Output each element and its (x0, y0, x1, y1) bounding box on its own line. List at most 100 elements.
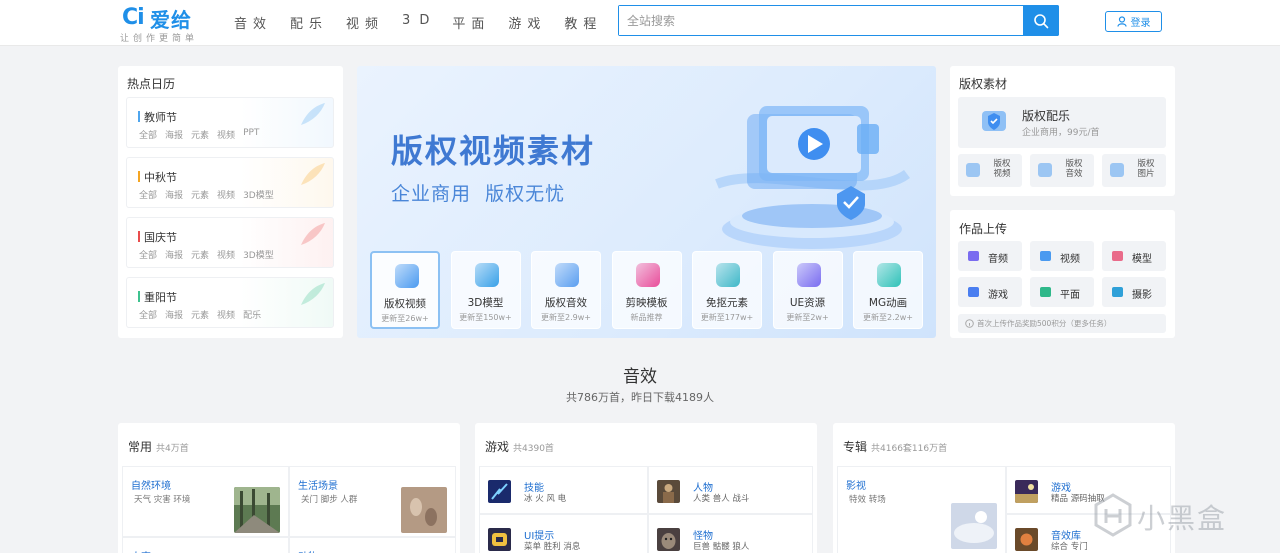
calendar-tag-link[interactable]: 元素 (191, 248, 209, 261)
category-animal[interactable]: 动物 (289, 537, 456, 553)
calendar-accent-bar (138, 171, 140, 182)
watermark-text: 小黑盒 (1137, 502, 1228, 535)
upload-type-button[interactable]: 摄影 (1102, 277, 1166, 307)
category-icon (395, 264, 419, 288)
category-update-count: 更新至2.2w+ (863, 313, 913, 322)
copyright-sound-label: 版权音效 (1065, 159, 1083, 179)
banner-category-card[interactable]: MG动画 更新至2.2w+ (853, 251, 923, 329)
calendar-tag-link[interactable]: 3D模型 (243, 188, 274, 201)
nav-item-sound[interactable]: 音效 (234, 13, 272, 32)
banner-category-card[interactable]: 3D模型 更新至150w+ (450, 251, 521, 329)
section-title: 音效 (623, 367, 657, 387)
banner-category-card[interactable]: 版权视频 更新至26w+ (370, 251, 440, 329)
calendar-tag-link[interactable]: 元素 (191, 128, 209, 141)
category-icon (474, 263, 499, 287)
albums-count: 共4166套116万首 (871, 444, 948, 454)
game-character[interactable]: 人物 人类 兽人 战斗 (648, 466, 813, 514)
upload-type-label: 平面 (1060, 290, 1080, 301)
holiday-decoration-icon (301, 163, 325, 185)
album-film[interactable]: 影视 特效 转场 (837, 466, 1006, 553)
search-button[interactable] (1023, 5, 1059, 36)
upload-type-button[interactable]: 视频 (1030, 241, 1094, 271)
calendar-tags: 全部 海报 元素 视频 配乐 (139, 308, 269, 321)
calendar-holiday-name[interactable]: 国庆节 (144, 229, 177, 245)
nav-item-music[interactable]: 配乐 (290, 13, 328, 32)
upload-type-button[interactable]: 模型 (1102, 241, 1166, 271)
calendar-tag-link[interactable]: 视频 (217, 128, 235, 141)
banner-category-card[interactable]: 版权音效 更新至2.9w+ (531, 251, 601, 329)
calendar-tag-link[interactable]: 海报 (165, 128, 183, 141)
calendar-card[interactable]: 重阳节全部 海报 元素 视频 配乐 (126, 277, 334, 328)
calendar-tag-link[interactable]: 全部 (139, 128, 157, 141)
film-thumbnail (951, 503, 997, 549)
nav-item-3d[interactable]: 3D (402, 13, 438, 32)
holiday-decoration-icon (301, 283, 325, 305)
calendar-tag-link[interactable]: 视频 (217, 308, 235, 321)
nav-item-video[interactable]: 视频 (346, 13, 384, 32)
section-subtitle: 共786万首，昨日下载4189人 (566, 391, 714, 404)
login-button[interactable]: 登录 (1105, 11, 1162, 32)
calendar-tag-link[interactable]: 海报 (165, 308, 183, 321)
calendar-card[interactable]: 中秋节全部 海报 元素 视频 3D模型 (126, 157, 334, 208)
game-ui-prompt[interactable]: UI提示 菜单 胜利 消息 (479, 514, 648, 553)
calendar-holiday-name[interactable]: 中秋节 (144, 169, 177, 185)
calendar-tag-link[interactable]: 视频 (217, 248, 235, 261)
upload-type-label: 游戏 (988, 290, 1008, 301)
nav-item-tutorial[interactable]: 教程 (564, 13, 602, 32)
upload-type-button[interactable]: 音频 (958, 241, 1022, 271)
calendar-holiday-name[interactable]: 重阳节 (144, 289, 177, 305)
music-shield-icon (982, 111, 1006, 131)
category-nature[interactable]: 自然环境 天气 灾害 环境 (122, 466, 289, 537)
upload-type-icon (1112, 287, 1123, 297)
copyright-video-icon (966, 163, 980, 177)
category-desc: 关门 脚步 人群 (301, 495, 358, 505)
game-monster[interactable]: 怪物 巨兽 骷髅 狼人 (648, 514, 813, 553)
hot-calendar-panel: 热点日历 教师节 全部 海报 元素 视频 PPT 中秋节 全部 海报 元素 视频 3D模型 国庆节 全部海… (118, 66, 343, 338)
game-skill[interactable]: 技能 冰 火 风 电 (479, 466, 648, 514)
holiday-decoration-icon (301, 223, 325, 245)
calendar-tag-link[interactable]: 全部 (139, 188, 157, 201)
calendar-tag-link[interactable]: 海报 (165, 248, 183, 261)
banner-category-card[interactable]: 剪映模板 新品推荐 (611, 251, 682, 329)
games-column: 游戏 共4390首 技能 冰 火 风 电 人物 人类 兽人 战斗 UI提示 菜单 … (475, 423, 817, 553)
banner-category-card[interactable]: UE资源 更新至2w+ (772, 251, 843, 329)
category-voice[interactable]: 人声 (122, 537, 289, 553)
nav-item-game[interactable]: 游戏 (508, 13, 546, 32)
category-life-scene[interactable]: 生活场景 关门 脚步 人群 (289, 466, 456, 537)
upload-type-button[interactable]: 游戏 (958, 277, 1022, 307)
banner-category-row: 版权视频 更新至26w+ 3D模型 更新至150w+ 版权音效 更新至2.9w+ 剪映模板新… (370, 251, 934, 329)
sound-library-thumbnail (1015, 528, 1038, 551)
calendar-tag-link[interactable]: 元素 (191, 308, 209, 321)
calendar-holiday-name[interactable]: 教师节 (144, 109, 177, 125)
banner-category-card[interactable]: 免抠元素 更新至177w+ (692, 251, 762, 329)
calendar-tag-link[interactable]: 全部 (139, 308, 157, 321)
upload-type-icon (1040, 251, 1051, 261)
copyright-image-button[interactable]: 版权图片 (1102, 154, 1166, 187)
banner-subtitle: 企业商用 版权无忧 (391, 183, 566, 205)
calendar-tag-link[interactable]: 全部 (139, 248, 157, 261)
heybox-logo-icon (1094, 493, 1132, 537)
calendar-tag-link[interactable]: 视频 (217, 188, 235, 201)
upload-title: 作品上传 (959, 222, 1008, 236)
calendar-tags: 全部 海报 元素 视频 3D模型 (139, 248, 282, 261)
forest-thumbnail (234, 487, 280, 533)
calendar-tag-link[interactable]: 配乐 (243, 308, 261, 321)
copyright-sound-button[interactable]: 版权音效 (1030, 154, 1094, 187)
copyright-music-card[interactable]: 版权配乐 企业商用，99元/首 (958, 97, 1166, 148)
calendar-tag-link[interactable]: 3D模型 (243, 248, 274, 261)
search-input[interactable] (619, 6, 1023, 35)
nav-item-graphic[interactable]: 平面 (452, 13, 490, 32)
upload-type-button[interactable]: 平面 (1030, 277, 1094, 307)
calendar-tag-link[interactable]: 海报 (165, 188, 183, 201)
category-icon (877, 263, 901, 287)
calendar-tag-link[interactable]: PPT (243, 128, 259, 141)
category-name: 3D模型 (467, 297, 504, 309)
hero-banner[interactable]: 版权视频素材 企业商用 版权无忧 版权视频 更新至26w+ 3D模型 更新至150w+… (357, 66, 936, 338)
calendar-card[interactable]: 教师节全部 海报 元素 视频 PPT (126, 97, 334, 148)
games-title: 游戏 (485, 440, 510, 454)
calendar-tag-link[interactable]: 元素 (191, 188, 209, 201)
calendar-card[interactable]: 国庆节全部 海报 元素 视频 3D模型 (126, 217, 334, 268)
site-logo[interactable]: Ci 爱给 让创作更简单 (120, 3, 210, 44)
copyright-video-button[interactable]: 版权视频 (958, 154, 1022, 187)
character-thumbnail (657, 480, 680, 503)
